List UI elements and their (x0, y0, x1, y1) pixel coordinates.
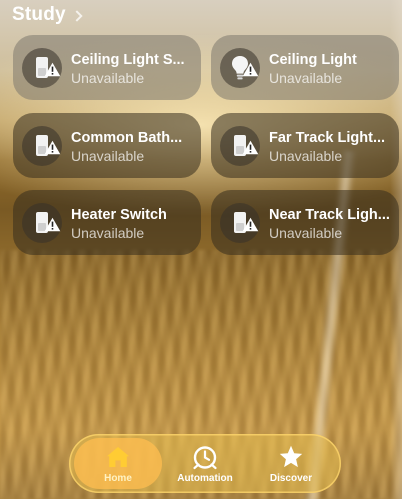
accessory-status: Unavailable (71, 148, 145, 164)
accessory-tile-heater-switch[interactable]: Heater Switch Unavailable (13, 190, 201, 255)
accessory-status: Unavailable (269, 148, 343, 164)
accessory-tile-far-track-light[interactable]: Far Track Light... Unavailable (211, 113, 399, 178)
tab-discover[interactable]: Discover (247, 438, 335, 489)
accessory-name: Ceiling Light (269, 52, 357, 68)
clock-check-icon (193, 445, 217, 469)
tab-label: Discover (269, 472, 313, 484)
accessory-tile-ceiling-light-switch[interactable]: Ceiling Light S... Unavailable (13, 35, 201, 100)
chevron-right-icon (71, 9, 83, 22)
accessory-tile-common-bath[interactable]: Common Bath... Unavailable (13, 113, 201, 178)
tab-automation[interactable]: Automation (161, 438, 249, 489)
tab-bar: Home Automation Discover (69, 434, 341, 493)
house-icon (107, 446, 129, 467)
tab-label: Automation (177, 472, 233, 484)
warning-icon (44, 217, 61, 232)
accessory-name: Heater Switch (71, 207, 167, 223)
star-icon (279, 445, 303, 467)
warning-icon (242, 62, 259, 77)
tab-label: Home (104, 472, 132, 484)
accessory-status: Unavailable (269, 225, 343, 241)
warning-icon (242, 140, 259, 155)
room-title: Study (12, 4, 66, 25)
tab-home[interactable]: Home (74, 438, 162, 489)
accessory-tile-ceiling-light[interactable]: Ceiling Light Unavailable (211, 35, 399, 100)
accessory-name: Near Track Ligh... (269, 207, 390, 223)
accessory-tile-near-track-light[interactable]: Near Track Ligh... Unavailable (211, 190, 399, 255)
warning-icon (44, 140, 61, 155)
accessory-status: Unavailable (71, 225, 145, 241)
warning-icon (242, 217, 259, 232)
accessory-name: Common Bath... (71, 130, 183, 146)
accessory-name: Ceiling Light S... (71, 52, 185, 68)
room-header[interactable]: Study (12, 4, 83, 26)
accessory-status: Unavailable (269, 70, 343, 86)
warning-icon (44, 62, 61, 77)
accessory-name: Far Track Light... (269, 130, 386, 146)
accessory-status: Unavailable (71, 70, 145, 86)
